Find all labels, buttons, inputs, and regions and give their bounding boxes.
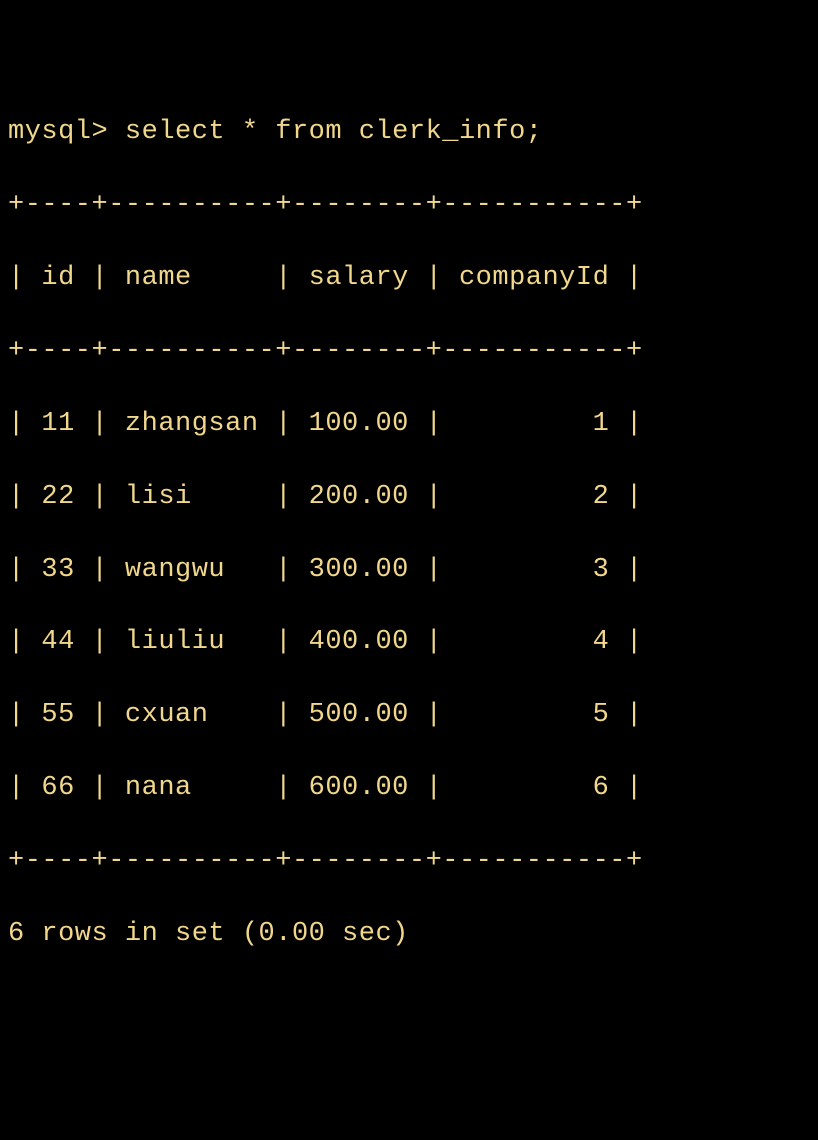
table-border-header: +----+----------+--------+-----------+ [8, 333, 810, 369]
table-header-row: | id | name | salary | companyId | [8, 260, 810, 296]
table-border-bottom: +----+----------+--------+-----------+ [8, 843, 810, 879]
table-border-top: +----+----------+--------+-----------+ [8, 187, 810, 223]
table-row: | 55 | cxuan | 500.00 | 5 | [8, 697, 810, 733]
table-row: | 11 | zhangsan | 100.00 | 1 | [8, 406, 810, 442]
table-row: | 66 | nana | 600.00 | 6 | [8, 770, 810, 806]
table-row: | 33 | wangwu | 300.00 | 3 | [8, 552, 810, 588]
sql-query: select * from clerk_info; [125, 117, 543, 147]
query-line: mysql> select * from clerk_info; [8, 114, 810, 150]
result-footer: 6 rows in set (0.00 sec) [8, 916, 810, 952]
table-row: | 44 | liuliu | 400.00 | 4 | [8, 624, 810, 660]
mysql-prompt: mysql> [8, 117, 125, 147]
table-row: | 22 | lisi | 200.00 | 2 | [8, 479, 810, 515]
